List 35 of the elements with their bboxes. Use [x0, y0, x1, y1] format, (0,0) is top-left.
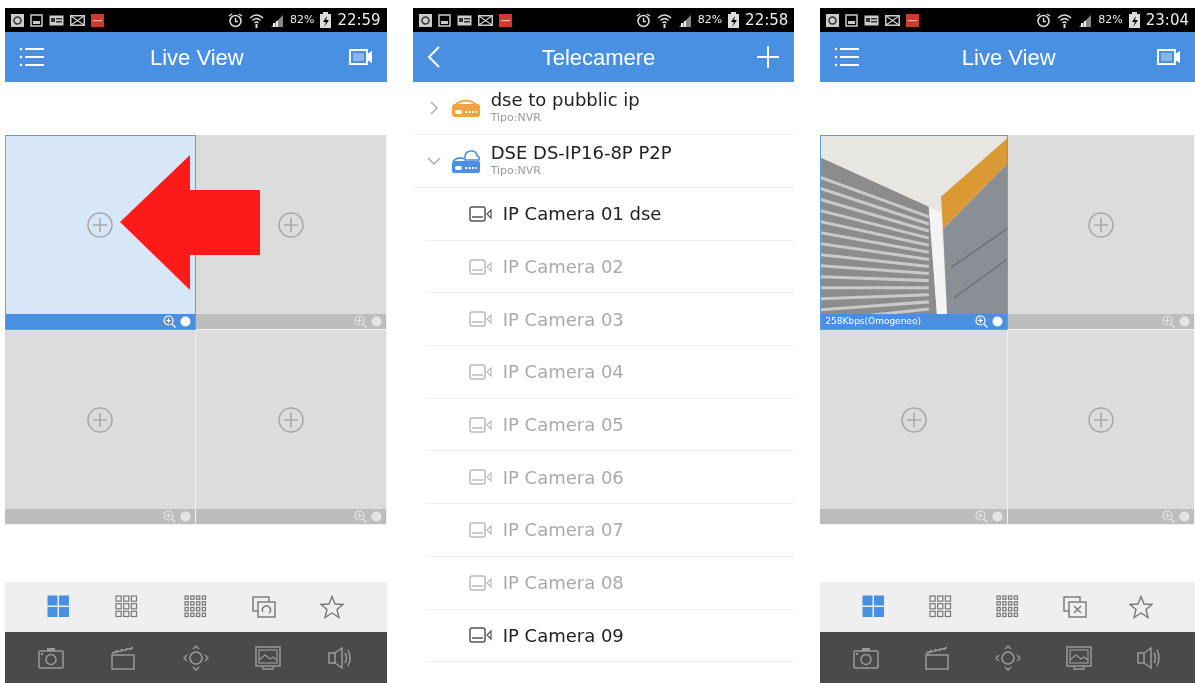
- camera-row[interactable]: IP Camera 04: [424, 346, 795, 399]
- camera-row[interactable]: IP Camera 05: [424, 398, 795, 452]
- device-type: Tipo:NVR: [490, 109, 542, 126]
- battery-percent: 82%: [1098, 11, 1123, 28]
- camera-name: IP Camera 07: [502, 518, 624, 543]
- camera-name: IP Camera 04: [502, 360, 624, 385]
- camera-name: IP Camera 02: [502, 255, 624, 280]
- camera-name: IP Camera 03: [502, 307, 624, 332]
- camera-row[interactable]: IP Camera 02: [424, 240, 795, 294]
- screen-title: Live View: [149, 43, 244, 72]
- clock-time: 22:58: [745, 9, 789, 31]
- camera-name: IP Camera 06: [502, 465, 624, 490]
- clock-time: 22:59: [337, 9, 381, 31]
- device-row[interactable]: dse to pubblic ip Tipo:NVR: [412, 82, 795, 135]
- device-name: dse to pubblic ip: [490, 89, 640, 110]
- camera-row[interactable]: IP Camera 08: [424, 556, 795, 610]
- clock-time: 23:04: [1145, 9, 1189, 31]
- device-name: DSE DS-IP16-8P P2P: [490, 142, 672, 163]
- camera-tile[interactable]: 258Kbps(Omogeneo): [820, 135, 1008, 330]
- bitrate-label: 258Kbps(Omogeneo): [825, 314, 921, 328]
- device-type: Tipo:NVR: [490, 162, 542, 179]
- battery-percent: 82%: [290, 11, 315, 28]
- camera-name: IP Camera 09: [502, 623, 624, 648]
- battery-percent: 82%: [697, 11, 723, 28]
- screen-title: Telecamere: [541, 43, 656, 72]
- camera-name: IP Camera 01 dse: [502, 202, 662, 227]
- camera-name: IP Camera 05: [502, 413, 624, 438]
- camera-row[interactable]: IP Camera 03: [424, 293, 795, 347]
- screen-title: Live View: [961, 43, 1056, 72]
- camera-row[interactable]: IP Camera 07: [424, 504, 795, 557]
- device-row[interactable]: DSE DS-IP16-8P P2P Tipo:NVR: [412, 135, 795, 188]
- camera-row[interactable]: IP Camera 06: [424, 451, 795, 505]
- camera-row[interactable]: IP Camera 01 dse: [424, 188, 795, 241]
- camera-name: IP Camera 08: [502, 571, 624, 596]
- camera-row[interactable]: IP Camera 09: [424, 609, 795, 663]
